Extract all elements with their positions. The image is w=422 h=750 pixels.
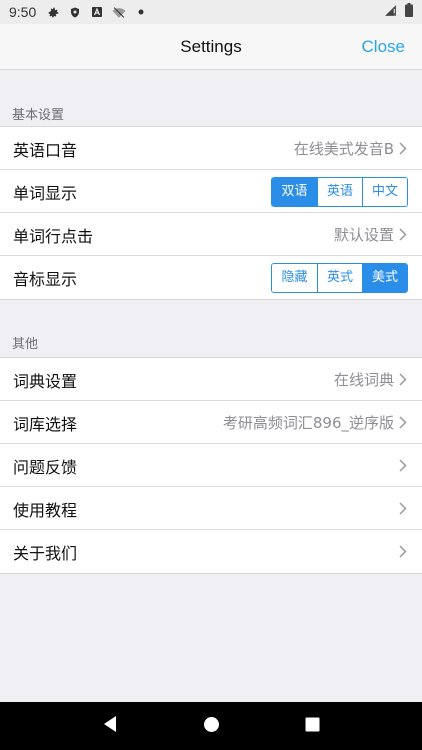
row-phonetic-label: 音标显示 xyxy=(13,269,78,289)
signal-icon xyxy=(384,4,397,21)
word-display-option-chinese[interactable]: 中文 xyxy=(362,177,407,206)
row-word-click-label: 单词行点击 xyxy=(13,226,94,246)
chevron-right-icon xyxy=(398,545,408,559)
row-word-click[interactable]: 单词行点击 默认设置 xyxy=(0,212,422,256)
status-bar: 9:50 xyxy=(0,0,422,24)
close-button[interactable]: Close xyxy=(362,24,405,70)
status-time: 9:50 xyxy=(9,4,37,20)
home-icon[interactable] xyxy=(203,716,220,737)
wordbank-value-text: 考研高频词汇896_逆序版 xyxy=(222,414,394,432)
row-tutorial-label: 使用教程 xyxy=(13,500,78,520)
wifi-off-icon xyxy=(112,5,126,19)
row-tutorial[interactable]: 使用教程 xyxy=(0,486,422,530)
chevron-right-icon xyxy=(398,459,408,473)
phonetic-option-american[interactable]: 美式 xyxy=(362,263,407,292)
chevron-right-icon xyxy=(398,228,408,242)
phonetic-option-british[interactable]: 英式 xyxy=(317,263,362,292)
row-phonetic: 音标显示 隐藏 英式 美式 xyxy=(0,255,422,299)
recents-icon[interactable] xyxy=(305,717,320,736)
row-accent[interactable]: 英语口音 在线美式发音B xyxy=(0,127,422,170)
back-icon[interactable] xyxy=(102,715,118,737)
chevron-right-icon xyxy=(398,142,408,156)
row-word-display-label: 单词显示 xyxy=(13,183,78,203)
a-icon xyxy=(90,5,104,19)
word-display-option-bilingual[interactable]: 双语 xyxy=(272,177,317,206)
accent-value-text: 在线美式发音B xyxy=(293,140,394,158)
row-word-click-value: 默认设置 xyxy=(334,224,408,245)
row-feedback-value xyxy=(394,459,408,473)
chevron-right-icon xyxy=(398,416,408,430)
phonetic-option-hide[interactable]: 隐藏 xyxy=(272,263,317,292)
nav-bar: Settings Close xyxy=(0,24,422,70)
row-wordbank-label: 词库选择 xyxy=(13,414,78,434)
row-about[interactable]: 关于我们 xyxy=(0,529,422,573)
word-click-value-text: 默认设置 xyxy=(333,226,394,244)
section-header-basic: 基本设置 xyxy=(12,108,65,123)
row-dictionary[interactable]: 词典设置 在线词典 xyxy=(0,358,422,401)
battery-icon xyxy=(405,3,413,21)
row-dictionary-value: 在线词典 xyxy=(334,369,408,390)
section-header-other: 其他 xyxy=(12,337,39,352)
row-accent-label: 英语口音 xyxy=(13,140,78,160)
row-about-label: 关于我们 xyxy=(13,543,78,563)
row-dictionary-label: 词典设置 xyxy=(13,371,78,391)
dot-icon xyxy=(134,5,148,19)
row-accent-value: 在线美式发音B xyxy=(294,138,408,159)
gear-icon xyxy=(46,5,60,19)
row-about-value xyxy=(394,545,408,559)
other-settings-group: 词典设置 在线词典 词库选择 考研高频词汇896_逆序版 问题反馈 使用教程 关… xyxy=(0,357,422,574)
basic-settings-group: 英语口音 在线美式发音B 单词显示 双语 英语 中文 单词行点击 默认设置 音标… xyxy=(0,126,422,300)
word-display-segmented-control: 双语 英语 中文 xyxy=(271,176,408,207)
page-title: Settings xyxy=(180,37,242,56)
row-feedback-label: 问题反馈 xyxy=(13,457,78,477)
word-display-option-english[interactable]: 英语 xyxy=(317,177,362,206)
phonetic-segmented-control: 隐藏 英式 美式 xyxy=(271,262,408,293)
row-wordbank-value: 考研高频词汇896_逆序版 xyxy=(223,412,408,433)
row-word-display: 单词显示 双语 英语 中文 xyxy=(0,169,422,213)
row-feedback[interactable]: 问题反馈 xyxy=(0,443,422,487)
chevron-right-icon xyxy=(398,373,408,387)
dictionary-value-text: 在线词典 xyxy=(333,371,394,389)
system-nav-bar xyxy=(0,702,422,750)
shield-icon xyxy=(68,5,82,19)
chevron-right-icon xyxy=(398,502,408,516)
row-wordbank[interactable]: 词库选择 考研高频词汇896_逆序版 xyxy=(0,400,422,444)
row-tutorial-value xyxy=(394,502,408,516)
